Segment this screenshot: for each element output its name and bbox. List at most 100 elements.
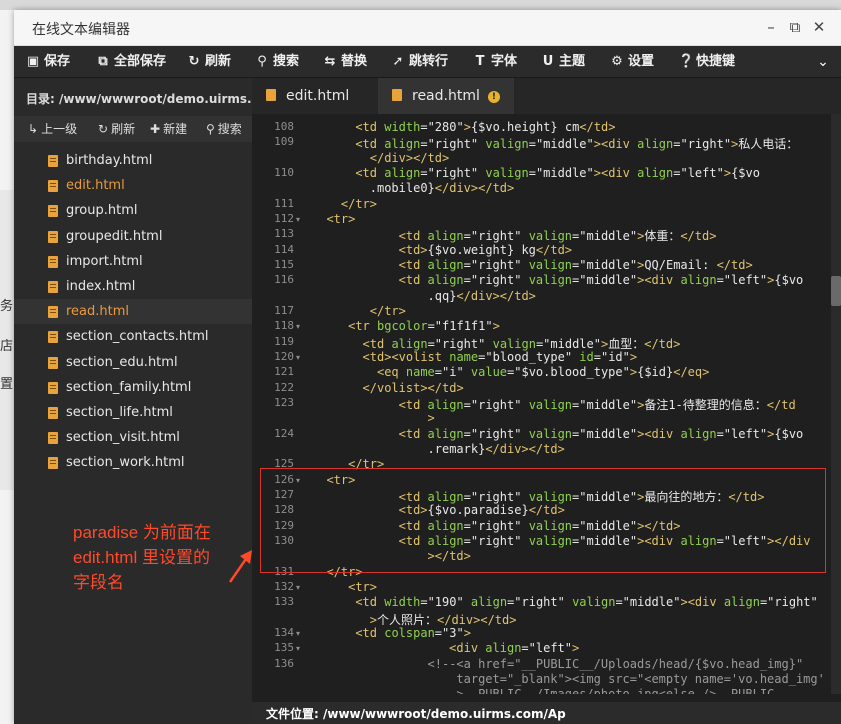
code-line: >: [428, 411, 435, 425]
font-button[interactable]: T 字体: [473, 46, 517, 78]
file-sidebar: 目录: /www/wwwroot/demo.uirms.c... ↳ 上一级 ↻ 刷…: [14, 78, 272, 724]
code-token: </eq>: [673, 365, 710, 380]
code-token: {$vo: [774, 426, 804, 441]
goto-line-label: 跳转行: [409, 54, 449, 69]
code-token: </td>: [716, 257, 753, 272]
code-token: >: [629, 365, 638, 380]
scroll-thumb[interactable]: [831, 276, 841, 306]
file-icon: [48, 180, 58, 193]
maximize-icon[interactable]: ⧉: [786, 18, 804, 36]
sidebar-search-button[interactable]: ⚲ 搜索: [206, 116, 242, 142]
replace-label: 替换: [341, 54, 368, 69]
code-area[interactable]: 108 <td width="280">{$vo.height} cm</td> 1…: [252, 114, 841, 694]
file-name: section_work.html: [66, 455, 185, 471]
code-token: <td: [355, 625, 385, 640]
up-level-button[interactable]: ↳ 上一级: [28, 116, 77, 142]
fold-toggle-icon[interactable]: ▾: [296, 629, 300, 638]
save-all-button[interactable]: ⧉ 全部保存: [96, 46, 166, 78]
tab-read-html[interactable]: read.html!: [378, 78, 514, 114]
code-line: <td width="190" align="right" valign="mi…: [355, 595, 817, 609]
sidebar-refresh-button[interactable]: ↻ 刷新: [98, 116, 135, 142]
line-number: 136: [274, 656, 294, 670]
code-token: </div></td>: [485, 441, 565, 456]
code-token: ="i": [434, 365, 471, 380]
window-titlebar[interactable]: 在线文本编辑器 – ⧉ ✕: [14, 10, 841, 46]
code-token: <div: [644, 273, 681, 288]
code-token: valign: [572, 595, 616, 610]
search-button[interactable]: ⚲ 搜索: [255, 46, 299, 78]
fold-toggle-icon[interactable]: ▾: [296, 353, 300, 362]
file-item[interactable]: section_visit.html: [14, 425, 252, 450]
code-editor: edit.html read.html! 108 <td width="280">…: [252, 78, 841, 724]
goto-line-button[interactable]: ➚ 跳转行: [391, 46, 448, 78]
code-token: align: [637, 137, 674, 152]
file-item[interactable]: import.html: [14, 249, 252, 274]
line-number: 117: [274, 303, 294, 317]
sidebar-actions: ↳ 上一级 ↻ 刷新 ✚ 新建 ⚲ 搜索: [14, 116, 252, 142]
line-number: 111: [274, 196, 294, 210]
code-token: <td: [355, 137, 385, 152]
plus-icon: ✚: [150, 122, 161, 136]
file-item[interactable]: index.html: [14, 274, 252, 299]
code-token: ="right": [463, 257, 529, 272]
tab-edit-html[interactable]: edit.html: [252, 78, 377, 114]
file-item[interactable]: section_family.html: [14, 375, 252, 400]
bg-fragment: 置: [0, 377, 14, 392]
chevron-down-icon[interactable]: ⌄: [805, 46, 841, 78]
file-item[interactable]: birthday.html: [14, 148, 252, 173]
annotation-text: paradise 为前面在 edit.html 里设置的 字段名: [73, 523, 211, 592]
code-token: bgcolor: [377, 319, 428, 334]
file-item[interactable]: groupedit.html: [14, 224, 252, 249]
shortcuts-button[interactable]: ❔ 快捷键: [678, 46, 735, 78]
settings-button[interactable]: ⚙ 设置: [610, 46, 654, 78]
code-token: align: [470, 595, 508, 610]
settings-label: 设置: [628, 54, 655, 69]
code-token: align: [427, 426, 464, 441]
code-token: <div: [601, 165, 638, 180]
file-item[interactable]: section_life.html: [14, 400, 252, 425]
close-icon[interactable]: ✕: [810, 18, 828, 36]
file-icon: [48, 306, 58, 319]
file-icon: [48, 280, 58, 293]
file-icon: [48, 230, 58, 243]
code-token: .remark}: [427, 441, 486, 456]
code-line: </tr>: [341, 197, 377, 211]
refresh-button[interactable]: ↻ 刷新: [187, 46, 231, 78]
code-token: </tr>: [340, 196, 377, 211]
file-item[interactable]: read.html: [14, 299, 252, 325]
replace-button[interactable]: ⇆ 替换: [323, 46, 367, 78]
code-token: <div: [601, 137, 638, 152]
fold-toggle-icon[interactable]: ▾: [296, 583, 300, 592]
code-line: </div></td>: [370, 151, 449, 165]
file-icon: [48, 356, 58, 369]
file-icon: [48, 155, 58, 167]
new-file-button[interactable]: ✚ 新建: [150, 116, 187, 142]
save-label: 保存: [44, 54, 71, 69]
code-token: </td: [766, 397, 796, 412]
theme-button[interactable]: U 主题: [541, 46, 585, 78]
code-token: valign: [485, 165, 529, 180]
minimize-icon[interactable]: –: [762, 18, 780, 36]
save-button[interactable]: ▣ 保存: [26, 46, 70, 78]
file-item[interactable]: edit.html: [14, 173, 252, 198]
fold-toggle-icon[interactable]: ▾: [296, 644, 300, 653]
code-token: >: [463, 625, 471, 640]
code-line: <div align="left">: [449, 641, 579, 655]
line-number: 108: [274, 120, 294, 133]
code-line: <td align="right" valign="middle"><div a…: [399, 273, 804, 287]
file-item[interactable]: section_edu.html: [14, 350, 252, 375]
file-item[interactable]: section_contacts.html: [14, 324, 252, 349]
fold-toggle-icon[interactable]: ▾: [296, 322, 300, 331]
code-token: > PUBLIC /Images/photo.jpg<else /> PUBLI…: [456, 687, 774, 694]
file-item[interactable]: section_work.html: [14, 450, 252, 475]
code-token: align: [384, 137, 421, 152]
file-item[interactable]: group.html: [14, 198, 252, 223]
code-line: </tr>: [370, 304, 406, 318]
vertical-scrollbar[interactable]: [831, 114, 841, 694]
code-line: <td align="right" valign="middle">QQ/Ema…: [399, 258, 753, 272]
code-token: </td>: [579, 120, 616, 134]
code-token: ="280": [420, 120, 464, 134]
font-icon: T: [475, 54, 485, 69]
fold-toggle-icon[interactable]: ▾: [296, 215, 300, 224]
code-token: align: [427, 229, 464, 244]
